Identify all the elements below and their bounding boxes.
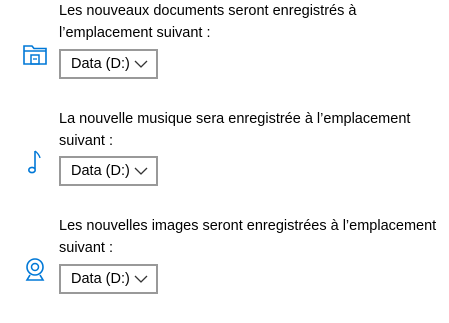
chevron-down-icon: [134, 275, 148, 283]
documents-location-selected: Data (D:): [71, 56, 130, 72]
music-location-dropdown[interactable]: Data (D:): [59, 156, 158, 186]
music-note-icon: [22, 149, 48, 175]
images-location-label: Les nouvelles images seront enregistrées…: [59, 218, 437, 256]
images-location-dropdown[interactable]: Data (D:): [59, 264, 158, 294]
music-location-selected: Data (D:): [71, 163, 130, 179]
chevron-down-icon: [134, 167, 148, 175]
documents-location-dropdown[interactable]: Data (D:): [59, 49, 158, 79]
images-location-selected: Data (D:): [71, 271, 130, 287]
chevron-down-icon: [134, 60, 148, 68]
documents-folder-icon: [22, 42, 48, 68]
images-webcam-icon: [22, 256, 48, 282]
music-location-label: La nouvelle musique sera enregistrée à l…: [59, 111, 411, 149]
documents-location-label: Les nouveaux documents seront enregistré…: [59, 3, 357, 41]
